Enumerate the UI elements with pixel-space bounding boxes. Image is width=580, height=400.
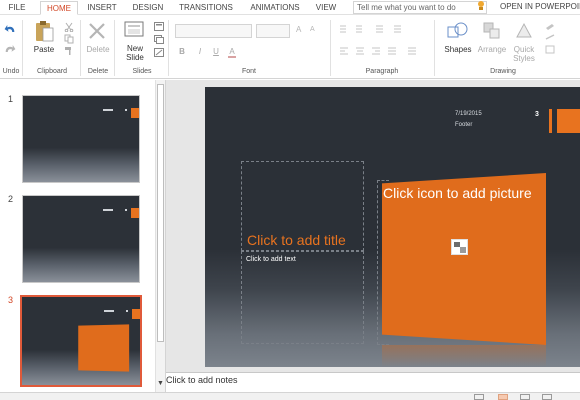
accent-bar-thin bbox=[549, 109, 552, 133]
divider bbox=[114, 20, 115, 76]
notes-placeholder: Click to add notes bbox=[166, 375, 238, 385]
tab-transitions[interactable]: TRANSITIONS bbox=[174, 1, 238, 15]
slide-footer[interactable]: Footer bbox=[455, 122, 472, 128]
paste-icon[interactable] bbox=[34, 20, 54, 42]
picture-placeholder-text: Click icon to add picture bbox=[383, 185, 532, 201]
slide-thumbnail-1[interactable] bbox=[22, 95, 140, 183]
thumbnail-scrollbar[interactable]: ▼ bbox=[155, 80, 165, 392]
notes-toggle-icon[interactable] bbox=[474, 394, 484, 400]
divider bbox=[168, 20, 169, 76]
italic-button[interactable]: I bbox=[196, 47, 204, 56]
quick-styles-label-1[interactable]: Quick bbox=[508, 45, 540, 54]
slide-thumbnail-3[interactable] bbox=[20, 295, 142, 387]
slide-number[interactable]: 3 bbox=[535, 111, 539, 118]
thumb-accent-bar bbox=[131, 108, 139, 118]
redo-icon[interactable] bbox=[4, 44, 16, 54]
tell-me-placeholder: Tell me what you want to do bbox=[357, 3, 456, 12]
drawing-group-label: Drawing bbox=[490, 68, 516, 75]
clipboard-group-label: Clipboard bbox=[37, 68, 67, 75]
slide-date[interactable]: 7/19/2015 bbox=[455, 111, 482, 117]
delete-group-label: Delete bbox=[87, 68, 109, 75]
undo-icon[interactable] bbox=[4, 24, 16, 34]
delete-button[interactable]: Delete bbox=[82, 45, 114, 54]
thumb-number bbox=[125, 209, 127, 211]
tab-home[interactable]: HOME bbox=[40, 1, 78, 15]
lightbulb-icon[interactable] bbox=[477, 1, 485, 11]
scrollbar-thumb[interactable] bbox=[157, 84, 164, 342]
title-placeholder[interactable]: Click to add title bbox=[241, 161, 364, 251]
bold-button[interactable]: B bbox=[178, 47, 186, 56]
slide-thumbnail-2[interactable] bbox=[22, 195, 140, 283]
new-slide-icon[interactable] bbox=[124, 21, 144, 39]
text-placeholder-text: Click to add text bbox=[246, 256, 296, 263]
font-size-dropdown[interactable] bbox=[256, 24, 290, 38]
tab-file[interactable]: FILE bbox=[4, 1, 30, 15]
grow-font-icon[interactable]: A bbox=[296, 25, 308, 35]
reading-view-icon[interactable] bbox=[542, 394, 552, 400]
duplicate-slide-icon[interactable] bbox=[154, 35, 164, 44]
new-slide-label-1[interactable]: New bbox=[120, 44, 150, 53]
slide-number-1: 1 bbox=[8, 94, 14, 104]
slide-number-3: 3 bbox=[8, 295, 14, 305]
slides-group-label: Slides bbox=[132, 68, 152, 75]
picture-reflection bbox=[382, 345, 546, 367]
cut-icon[interactable] bbox=[64, 22, 74, 32]
thumb-number bbox=[126, 310, 128, 312]
ribbon: Undo Paste Clipboard Delete Delete New S… bbox=[0, 16, 580, 79]
font-group-label: Font bbox=[241, 68, 256, 75]
thumb-date bbox=[103, 209, 113, 211]
underline-button[interactable]: U bbox=[212, 47, 220, 56]
thumb-accent-bar bbox=[132, 309, 140, 319]
thumb-picture bbox=[78, 324, 130, 372]
normal-view-icon[interactable] bbox=[498, 394, 508, 400]
quick-styles-label-2[interactable]: Styles bbox=[508, 54, 540, 63]
copy-icon[interactable] bbox=[64, 34, 74, 44]
tab-animations[interactable]: ANIMATIONS bbox=[244, 1, 306, 15]
list-buttons[interactable] bbox=[338, 24, 422, 34]
shrink-font-icon[interactable]: A bbox=[310, 26, 322, 36]
ribbon-tabs: FILE HOME INSERT DESIGN TRANSITIONS ANIM… bbox=[0, 0, 580, 15]
font-color-button[interactable]: A bbox=[228, 47, 236, 58]
divider bbox=[80, 20, 81, 76]
insert-picture-icon[interactable] bbox=[451, 239, 468, 255]
open-in-powerpoint-button[interactable]: OPEN IN POWERPOINT bbox=[500, 2, 580, 11]
accent-bar-wide bbox=[557, 109, 580, 133]
thumb-date bbox=[103, 109, 113, 111]
arrange-button[interactable]: Arrange bbox=[474, 45, 510, 54]
thumb-accent-bar bbox=[131, 208, 139, 218]
slide-sorter-icon[interactable] bbox=[520, 394, 530, 400]
thumb-date bbox=[104, 310, 114, 312]
scroll-down-arrow[interactable]: ▼ bbox=[157, 380, 164, 387]
layout-icon[interactable] bbox=[154, 22, 164, 31]
undo-group-label: Undo bbox=[2, 68, 20, 75]
notes-pane[interactable]: Click to add notes bbox=[166, 372, 580, 392]
title-placeholder-text: Click to add title bbox=[247, 232, 346, 248]
alignment-buttons[interactable] bbox=[338, 46, 422, 56]
quick-styles-icon[interactable] bbox=[514, 21, 534, 41]
current-slide: 7/19/2015 Footer 3 Click to add title Cl… bbox=[205, 87, 580, 367]
shapes-icon[interactable] bbox=[446, 21, 470, 41]
tab-insert[interactable]: INSERT bbox=[84, 1, 120, 15]
divider bbox=[22, 20, 23, 76]
slide-number-2: 2 bbox=[8, 194, 14, 204]
tab-view[interactable]: VIEW bbox=[312, 1, 340, 15]
thumb-number bbox=[125, 109, 127, 111]
status-bar bbox=[0, 392, 580, 400]
divider bbox=[434, 20, 435, 76]
paragraph-group-label: Paragraph bbox=[365, 68, 399, 75]
paste-button[interactable]: Paste bbox=[30, 45, 58, 54]
text-placeholder[interactable]: Click to add text bbox=[241, 251, 364, 344]
format-painter-icon[interactable] bbox=[64, 46, 74, 56]
hide-slide-icon[interactable] bbox=[154, 48, 164, 57]
new-slide-label-2[interactable]: Slide bbox=[120, 53, 150, 62]
font-name-dropdown[interactable] bbox=[175, 24, 252, 38]
shape-format-icons[interactable] bbox=[544, 22, 556, 58]
shapes-button[interactable]: Shapes bbox=[442, 45, 474, 54]
tab-design[interactable]: DESIGN bbox=[128, 1, 168, 15]
divider bbox=[330, 20, 331, 76]
delete-icon[interactable] bbox=[88, 22, 106, 40]
tell-me-search[interactable]: Tell me what you want to do bbox=[353, 1, 487, 14]
arrange-icon[interactable] bbox=[482, 21, 502, 41]
